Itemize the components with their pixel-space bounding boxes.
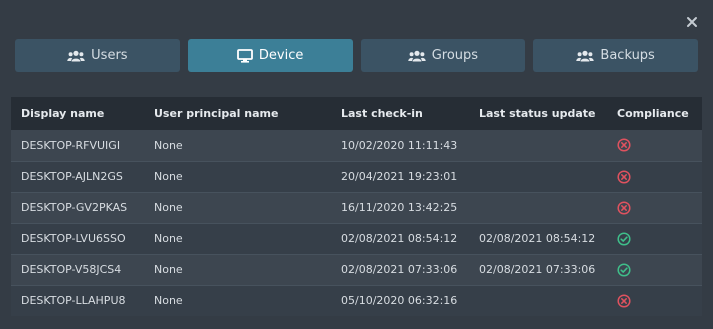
- close-icon[interactable]: [685, 15, 699, 29]
- cell-upn: None: [154, 170, 183, 183]
- tab-users[interactable]: Users: [15, 39, 180, 72]
- table-row[interactable]: DESKTOP-GV2PKAS None 16/11/2020 13:42:25: [11, 192, 702, 223]
- cell-compliance: [607, 254, 702, 285]
- close-button[interactable]: [685, 14, 699, 28]
- cell-last-status: [469, 130, 607, 161]
- cell-compliance: [607, 192, 702, 223]
- tab-device[interactable]: Device: [187, 39, 353, 72]
- cell-upn: None: [154, 294, 183, 308]
- cell-display-name: DESKTOP-GV2PKAS: [21, 201, 128, 214]
- cell-last-status: 02/08/2021 07:33:06: [479, 263, 596, 276]
- tab-users-label: Users: [91, 48, 128, 63]
- compliant-icon: [617, 262, 631, 277]
- cell-last-checkin: 05/10/2020 06:32:16: [341, 294, 458, 308]
- cell-upn: None: [154, 201, 183, 214]
- tab-backups-label: Backups: [600, 48, 655, 63]
- column-header-display-name[interactable]: Display name: [11, 97, 144, 130]
- table-body: DESKTOP-RFVUIGI None 10/02/2020 11:11:43…: [11, 130, 702, 316]
- cell-display-name: DESKTOP-LLAHPU8: [21, 294, 126, 308]
- non-compliant-icon: [617, 294, 631, 308]
- cell-compliance: [607, 161, 702, 192]
- cell-upn: None: [154, 232, 183, 245]
- cell-display-name: DESKTOP-AJLN2GS: [21, 170, 123, 183]
- device-table: Display name User principal name Last ch…: [11, 97, 702, 316]
- table-row[interactable]: DESKTOP-V58JCS4 None 02/08/2021 07:33:06…: [11, 254, 702, 285]
- cell-display-name: DESKTOP-V58JCS4: [21, 263, 122, 276]
- table-row[interactable]: DESKTOP-AJLN2GS None 20/04/2021 19:23:01: [11, 161, 702, 192]
- cell-last-checkin: 16/11/2020 13:42:25: [341, 201, 458, 214]
- cell-last-status: [469, 161, 607, 192]
- cell-last-checkin: 02/08/2021 08:54:12: [341, 232, 458, 245]
- users-icon: [576, 50, 595, 62]
- cell-last-checkin: 10/02/2020 11:11:43: [341, 138, 458, 152]
- cell-upn: None: [154, 138, 183, 152]
- cell-last-checkin: 20/04/2021 19:23:01: [341, 170, 458, 183]
- tab-device-label: Device: [258, 48, 304, 63]
- cell-last-status: [469, 285, 607, 316]
- column-header-last-status[interactable]: Last status update: [469, 97, 607, 130]
- users-icon: [407, 50, 426, 62]
- tab-bar: Users Device Groups Backups: [15, 39, 698, 72]
- cell-compliance: [607, 130, 702, 161]
- table-row[interactable]: DESKTOP-LVU6SSO None 02/08/2021 08:54:12…: [11, 223, 702, 254]
- column-header-last-checkin[interactable]: Last check-in: [331, 97, 469, 130]
- table-row[interactable]: DESKTOP-RFVUIGI None 10/02/2020 11:11:43: [11, 130, 702, 161]
- tab-groups-label: Groups: [431, 48, 479, 63]
- cell-last-checkin: 02/08/2021 07:33:06: [341, 263, 458, 276]
- cell-compliance: [607, 223, 702, 254]
- cell-last-status: 02/08/2021 08:54:12: [479, 232, 596, 245]
- table-header-row: Display name User principal name Last ch…: [11, 97, 702, 130]
- cell-upn: None: [154, 263, 183, 276]
- tab-groups[interactable]: Groups: [360, 39, 526, 72]
- cell-display-name: DESKTOP-RFVUIGI: [21, 138, 121, 152]
- non-compliant-icon: [617, 200, 631, 215]
- column-header-upn[interactable]: User principal name: [144, 97, 331, 130]
- cell-last-status: [469, 192, 607, 223]
- cell-display-name: DESKTOP-LVU6SSO: [21, 232, 126, 245]
- compliant-icon: [617, 231, 631, 246]
- non-compliant-icon: [617, 138, 631, 152]
- tab-backups[interactable]: Backups: [533, 39, 698, 72]
- monitor-icon: [236, 48, 253, 63]
- table-row[interactable]: DESKTOP-LLAHPU8 None 05/10/2020 06:32:16: [11, 285, 702, 316]
- non-compliant-icon: [617, 169, 631, 184]
- cell-compliance: [607, 285, 702, 316]
- column-header-compliance[interactable]: Compliance: [607, 97, 702, 130]
- users-icon: [67, 50, 85, 62]
